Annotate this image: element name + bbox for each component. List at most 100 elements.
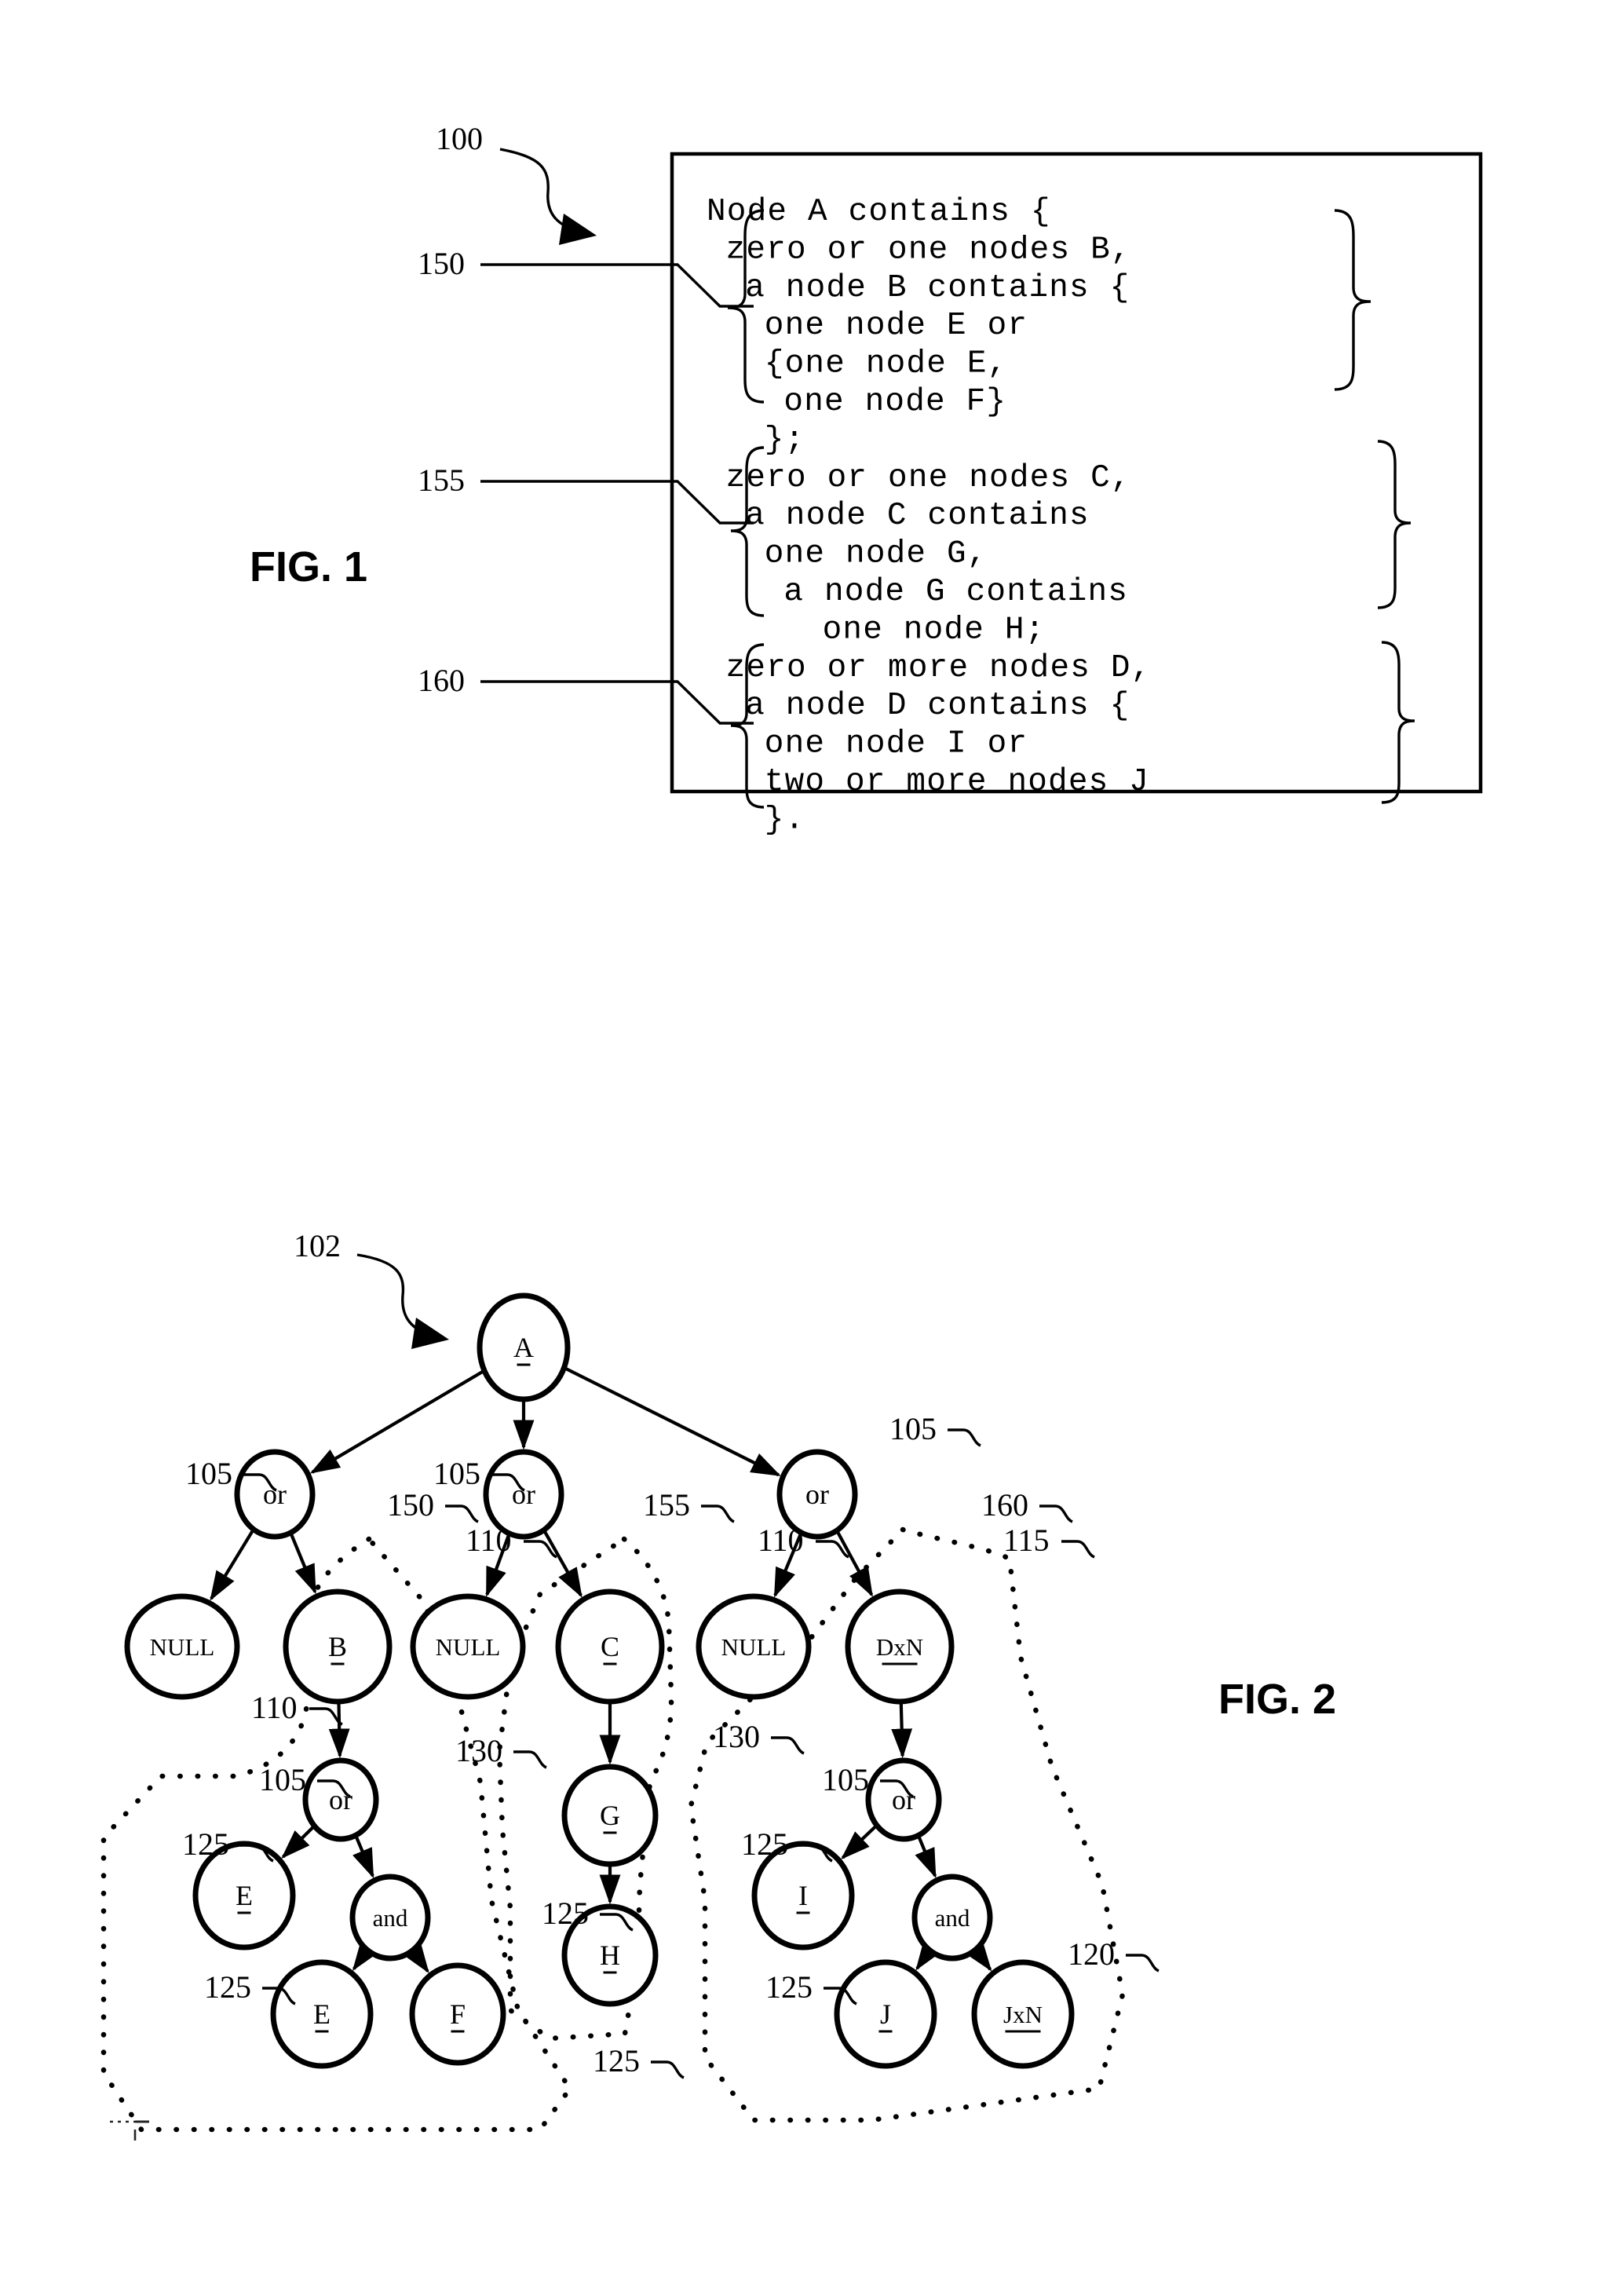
fig1-code-line: one node E or [765, 308, 1028, 344]
ref-numeral-text: 150 [387, 1487, 434, 1523]
fig2-node-or4[interactable]: or [302, 1757, 379, 1842]
fig2-node-null2[interactable]: NULL [410, 1593, 526, 1700]
figure-1: 100 FIG. 1 Node A contains {zero or one … [250, 121, 1483, 838]
node-label: and [935, 1904, 970, 1932]
ref-numeral-leader [1126, 1954, 1160, 1972]
ref-numeral-text: 130 [455, 1733, 502, 1768]
ref-numeral-text: 105 [822, 1762, 869, 1797]
node-label: or [263, 1479, 287, 1510]
ref-numeral-leader [771, 1736, 805, 1755]
patent-drawing-sheet: 100 FIG. 1 Node A contains {zero or one … [0, 0, 1607, 2292]
fig2-ref-numeral: 115 [1003, 1523, 1095, 1559]
ref-numeral-leader [701, 1504, 735, 1523]
fig1-ref-150-leader [480, 263, 754, 308]
fig2-node-and1[interactable]: and [349, 1874, 431, 1961]
fig2-node-B[interactable]: B [283, 1589, 393, 1705]
fig1-callout-leader [499, 148, 574, 231]
ref-numeral-text: 105 [259, 1762, 306, 1797]
ref-numeral-leader [1061, 1540, 1095, 1559]
fig2-edge-DxN-to-or5 [891, 1702, 913, 1759]
ref-numeral-text: 110 [758, 1523, 804, 1558]
fig2-node-null1[interactable]: NULL [124, 1593, 240, 1700]
fig2-node-DxN[interactable]: DxN [845, 1589, 955, 1705]
fig2-edge-or3-to-DxN [836, 1530, 874, 1597]
drawing-canvas: 100 FIG. 1 Node A contains {zero or one … [100, 121, 1483, 2141]
node-label: A [513, 1332, 534, 1363]
fig2-ref-numeral: 120 [1068, 1936, 1160, 1972]
fig1-right-brace-150 [1334, 209, 1371, 391]
ref-numeral-text: 125 [741, 1826, 788, 1862]
node-label: or [805, 1479, 829, 1510]
fig1-ref-155: 155 [418, 462, 465, 498]
ref-numeral-text: 155 [643, 1487, 690, 1523]
fig1-ref-155-leader [480, 480, 754, 525]
node-label: I [798, 1880, 808, 1911]
fig1-right-brace-155 [1377, 440, 1412, 609]
node-label: E [313, 1998, 331, 2030]
fig1-code-line: {one node E, [765, 346, 1008, 382]
fig1-right-brace-160 [1381, 641, 1415, 804]
ref-numeral-leader [445, 1504, 479, 1523]
ref-numeral-text: 125 [182, 1826, 229, 1862]
fig1-code-line: }. [765, 802, 805, 838]
fig2-node-F[interactable]: F [409, 1962, 506, 2066]
fig2-ref-numeral: 155 [643, 1487, 735, 1523]
fig1-ref-150: 150 [418, 246, 465, 281]
ref-numeral-text: 125 [765, 1969, 813, 2005]
ref-numeral-text: 160 [981, 1487, 1028, 1523]
fig2-edge-or1-to-null1 [210, 1530, 254, 1601]
fig1-code-line: a node B contains { [745, 270, 1130, 306]
node-label: NULL [721, 1633, 787, 1661]
fig2-node-or1[interactable]: or [234, 1449, 316, 1540]
fig1-code-line: a node C contains [745, 498, 1090, 534]
fig1-code-line: one node I or [765, 726, 1028, 762]
fig2-node-null3[interactable]: NULL [696, 1593, 812, 1700]
ref-numeral-text: 125 [204, 1969, 251, 2005]
fig2-callout-leader [356, 1253, 426, 1335]
fig2-node-C[interactable]: C [555, 1589, 665, 1705]
ref-numeral-text: 105 [889, 1411, 937, 1446]
ref-numeral-text: 115 [1003, 1523, 1050, 1558]
node-label: G [600, 1800, 620, 1831]
ref-numeral-leader [651, 2060, 685, 2079]
ref-numeral-leader [948, 1428, 981, 1447]
fig1-code-line: }; [765, 422, 805, 458]
ref-numeral-leader [513, 1750, 547, 1769]
ref-numeral-text: 130 [713, 1719, 760, 1754]
fig1-code-line: zero or one nodes B, [726, 232, 1131, 268]
fig2-edge-and1-to-F [404, 1943, 429, 1974]
fig2-callout-arrowhead [411, 1318, 449, 1349]
fig2-node-G[interactable]: G [561, 1764, 659, 1867]
fig2-ref-numeral: 160 [981, 1487, 1073, 1523]
fig1-code-line: one node G, [765, 536, 988, 572]
fig2-node-JxN[interactable]: JxN [971, 1959, 1075, 2069]
fig2-edge-or1-to-B [290, 1533, 317, 1595]
fig2-edge-or5-to-I [841, 1825, 877, 1860]
node-label: NULL [150, 1633, 215, 1661]
ref-numeral-text: 125 [542, 1896, 589, 1931]
fig1-ref-160-leader [480, 680, 754, 725]
node-label: NULL [436, 1633, 501, 1661]
node-label: DxN [876, 1633, 923, 1661]
node-label: JxN [1003, 2001, 1043, 2028]
fig2-node-and2[interactable]: and [911, 1874, 993, 1961]
node-label: B [328, 1631, 347, 1662]
fig2-callout-number: 102 [294, 1228, 341, 1263]
ref-numeral-text: 105 [433, 1456, 480, 1491]
fig1-code-line: two or more nodes J [765, 764, 1149, 800]
fig1-code-line: one node F} [783, 384, 1006, 420]
figure-2-label: FIG. 2 [1218, 1676, 1336, 1723]
fig2-node-J[interactable]: J [834, 1959, 937, 2069]
fig1-code-listing: Node A contains {zero or one nodes B,a n… [707, 194, 1150, 838]
ref-numeral-text: 110 [251, 1690, 298, 1725]
fig2-node-E2[interactable]: E [270, 1959, 374, 2069]
fig2-edge-and1-to-E2 [352, 1940, 378, 1972]
fig1-callout-arrowhead [559, 214, 597, 245]
node-label: E [236, 1880, 253, 1911]
fig2-ref-numeral: 130 [713, 1719, 805, 1755]
fig2-edge-A-to-or3 [564, 1366, 781, 1477]
fig2-node-or5[interactable]: or [865, 1757, 942, 1842]
ref-numeral-text: 105 [185, 1456, 232, 1491]
fig2-edge-or5-to-and2 [915, 1836, 937, 1879]
fig2-node-A[interactable]: A [477, 1292, 571, 1402]
